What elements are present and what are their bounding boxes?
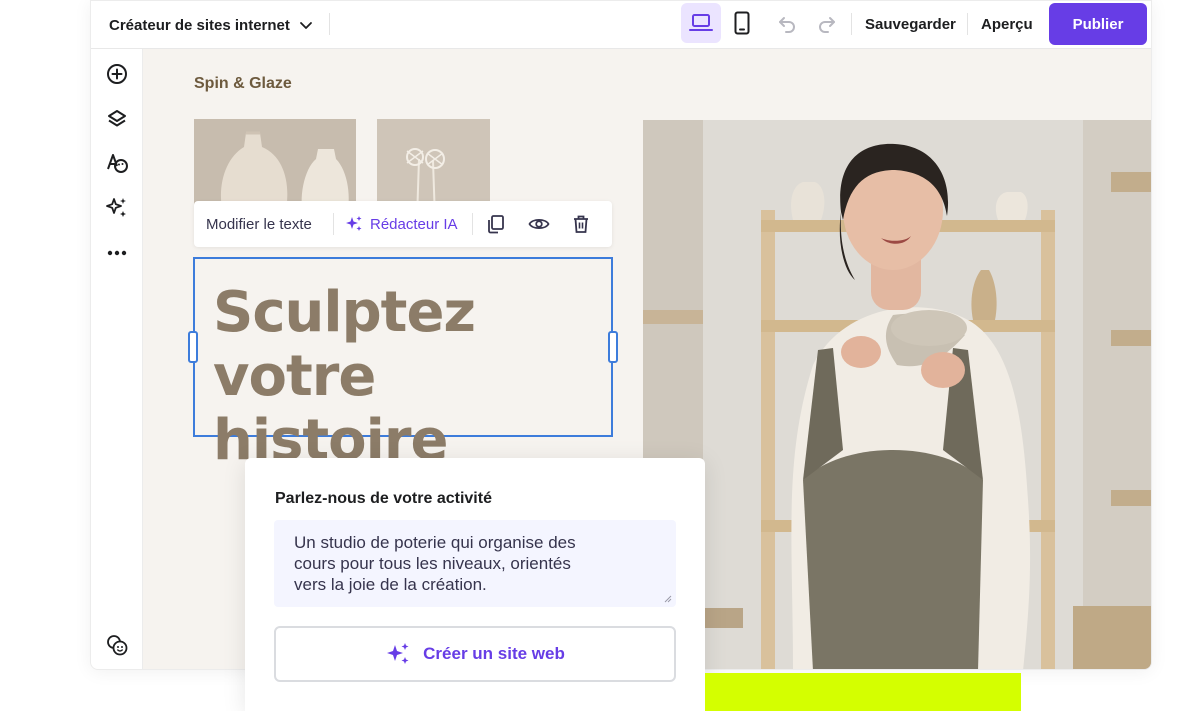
- resize-handle-left[interactable]: [188, 331, 198, 363]
- description-line: vers la joie de la création.: [294, 575, 487, 594]
- help-button[interactable]: [103, 631, 131, 659]
- description-line: Un studio de poterie qui organise des: [294, 533, 576, 552]
- ai-writer-button[interactable]: Rédacteur IA: [344, 201, 458, 247]
- add-circle-icon: [107, 64, 127, 84]
- sparkle-icon: [346, 216, 362, 231]
- undo-icon: [779, 17, 795, 33]
- add-element-button[interactable]: [103, 60, 131, 88]
- divider: [851, 13, 852, 35]
- ai-tools-button[interactable]: [103, 194, 131, 222]
- sparkle-icon: [387, 643, 409, 664]
- ai-writer-label: Rédacteur IA: [370, 215, 458, 233]
- create-website-label: Créer un site web: [423, 644, 565, 663]
- highlight-bar: [705, 673, 1021, 711]
- screen: Créateur de sites internet Sauvegarder A…: [0, 0, 1200, 711]
- typography-palette-icon: [107, 154, 128, 173]
- mobile-icon: [734, 11, 750, 35]
- desktop-icon: [689, 14, 713, 31]
- headline-line-1: Sculptez: [213, 280, 476, 345]
- potter-hero-image[interactable]: [643, 120, 1151, 669]
- hide-element-button[interactable]: [528, 201, 550, 247]
- divider: [472, 213, 473, 235]
- divider: [329, 13, 330, 35]
- top-toolbar: Créateur de sites internet Sauvegarder A…: [91, 1, 1151, 49]
- potter-illustration: [643, 120, 1151, 669]
- mobile-view-button[interactable]: [722, 3, 762, 43]
- preview-button[interactable]: Aperçu: [981, 1, 1033, 47]
- edit-text-button[interactable]: Modifier le texte: [206, 201, 312, 247]
- headline-line-2: votre histoire: [213, 344, 448, 473]
- selected-headline-block[interactable]: Sculptez votre histoire: [188, 257, 618, 473]
- more-options-button[interactable]: [103, 239, 131, 267]
- description-line: cours pour tous les niveaux, orientés: [294, 554, 571, 573]
- hero-headline: Sculptez votre histoire: [213, 281, 611, 473]
- publish-button[interactable]: Publier: [1049, 3, 1147, 45]
- ai-sparkle-icon: [106, 198, 126, 217]
- duplicate-button[interactable]: [486, 201, 506, 247]
- business-description-textarea[interactable]: Un studio de poterie qui organise des co…: [274, 520, 676, 607]
- delete-button[interactable]: [572, 201, 590, 247]
- help-face-icon: [107, 635, 128, 656]
- save-button[interactable]: Sauvegarder: [865, 1, 956, 47]
- desktop-view-button[interactable]: [681, 3, 721, 43]
- builder-title: Créateur de sites internet: [109, 16, 290, 34]
- undo-button[interactable]: [773, 10, 801, 38]
- styles-button[interactable]: [103, 149, 131, 177]
- builder-menu[interactable]: Créateur de sites internet: [109, 1, 314, 49]
- left-sidebar: [91, 49, 143, 669]
- ai-site-generator-panel: Parlez-nous de votre activité Un studio …: [245, 458, 705, 711]
- divider: [967, 13, 968, 35]
- site-brand-name[interactable]: Spin & Glaze: [194, 75, 292, 93]
- business-description-label: Parlez-nous de votre activité: [275, 490, 492, 507]
- redo-icon: [819, 17, 835, 33]
- divider: [333, 213, 334, 235]
- text-edit-toolbar: Modifier le texte Rédacteur IA: [194, 201, 612, 247]
- layers-button[interactable]: [103, 105, 131, 133]
- layers-icon: [108, 110, 126, 127]
- create-website-button[interactable]: Créer un site web: [274, 626, 676, 682]
- edit-text-label: Modifier le texte: [206, 215, 312, 233]
- trash-icon: [574, 215, 588, 233]
- visibility-eye-icon: [528, 218, 550, 230]
- chevron-down-icon: [300, 22, 312, 29]
- resize-grip-icon[interactable]: [664, 595, 672, 603]
- more-dots-icon: [107, 250, 127, 256]
- redo-button[interactable]: [813, 10, 841, 38]
- duplicate-icon: [488, 215, 504, 234]
